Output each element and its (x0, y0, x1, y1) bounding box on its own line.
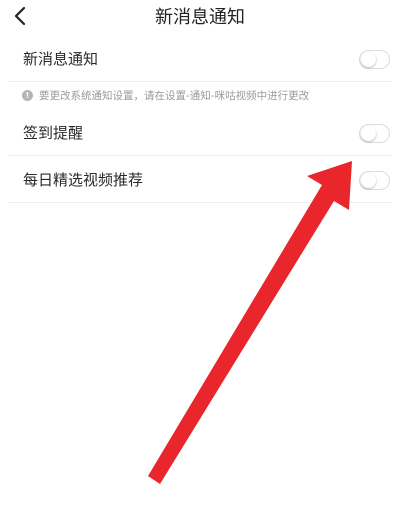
info-icon: ! (22, 89, 33, 101)
setting-label-checkin-reminder: 签到提醒 (23, 124, 84, 142)
toggle-knob (361, 173, 376, 188)
setting-label-daily-picks: 每日精选视频推荐 (23, 171, 144, 189)
toggle-knob (361, 126, 376, 141)
page-title: 新消息通知 (155, 7, 245, 28)
setting-row-daily-picks: 每日精选视频推荐 (8, 157, 392, 203)
top-bar: 新消息通知 (0, 0, 400, 32)
toggle-knob (361, 52, 376, 67)
setting-label-new-message: 新消息通知 (23, 50, 99, 68)
daily-picks-toggle[interactable] (359, 171, 390, 190)
setting-row-new-message: 新消息通知 (8, 36, 392, 82)
system-settings-hint: ! 要更改系统通知设置，请在设置-通知-咪咕视频中进行更改 (22, 88, 309, 102)
setting-row-checkin-reminder: 签到提醒 (8, 110, 392, 156)
new-message-toggle[interactable] (359, 50, 390, 69)
hint-text: 要更改系统通知设置，请在设置-通知-咪咕视频中进行更改 (39, 89, 310, 102)
checkin-reminder-toggle[interactable] (359, 124, 390, 143)
